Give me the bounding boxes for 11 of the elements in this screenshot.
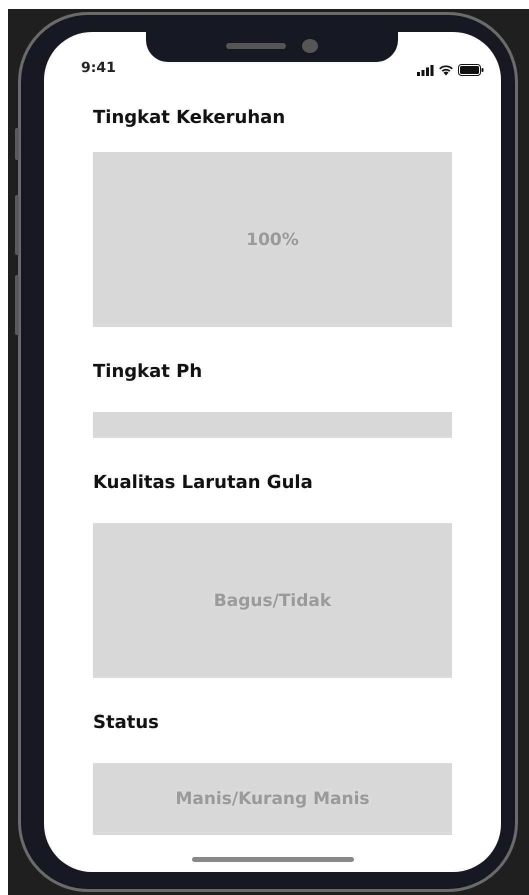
section-title: Status	[93, 711, 160, 735]
status-time: 9:41	[81, 60, 116, 76]
value-box: Manis/Kurang Manis	[93, 763, 452, 835]
section-title: Tingkat Ph	[93, 360, 204, 384]
value-box: 100%	[93, 152, 452, 327]
value-box: Bagus/Tidak	[93, 523, 452, 678]
wifi-icon	[438, 64, 454, 76]
battery-icon	[458, 64, 484, 76]
section-title: Kualitas Larutan Gula	[93, 471, 314, 495]
signal-icon	[417, 64, 434, 76]
section-title: Tingkat Kekeruhan	[93, 106, 286, 130]
